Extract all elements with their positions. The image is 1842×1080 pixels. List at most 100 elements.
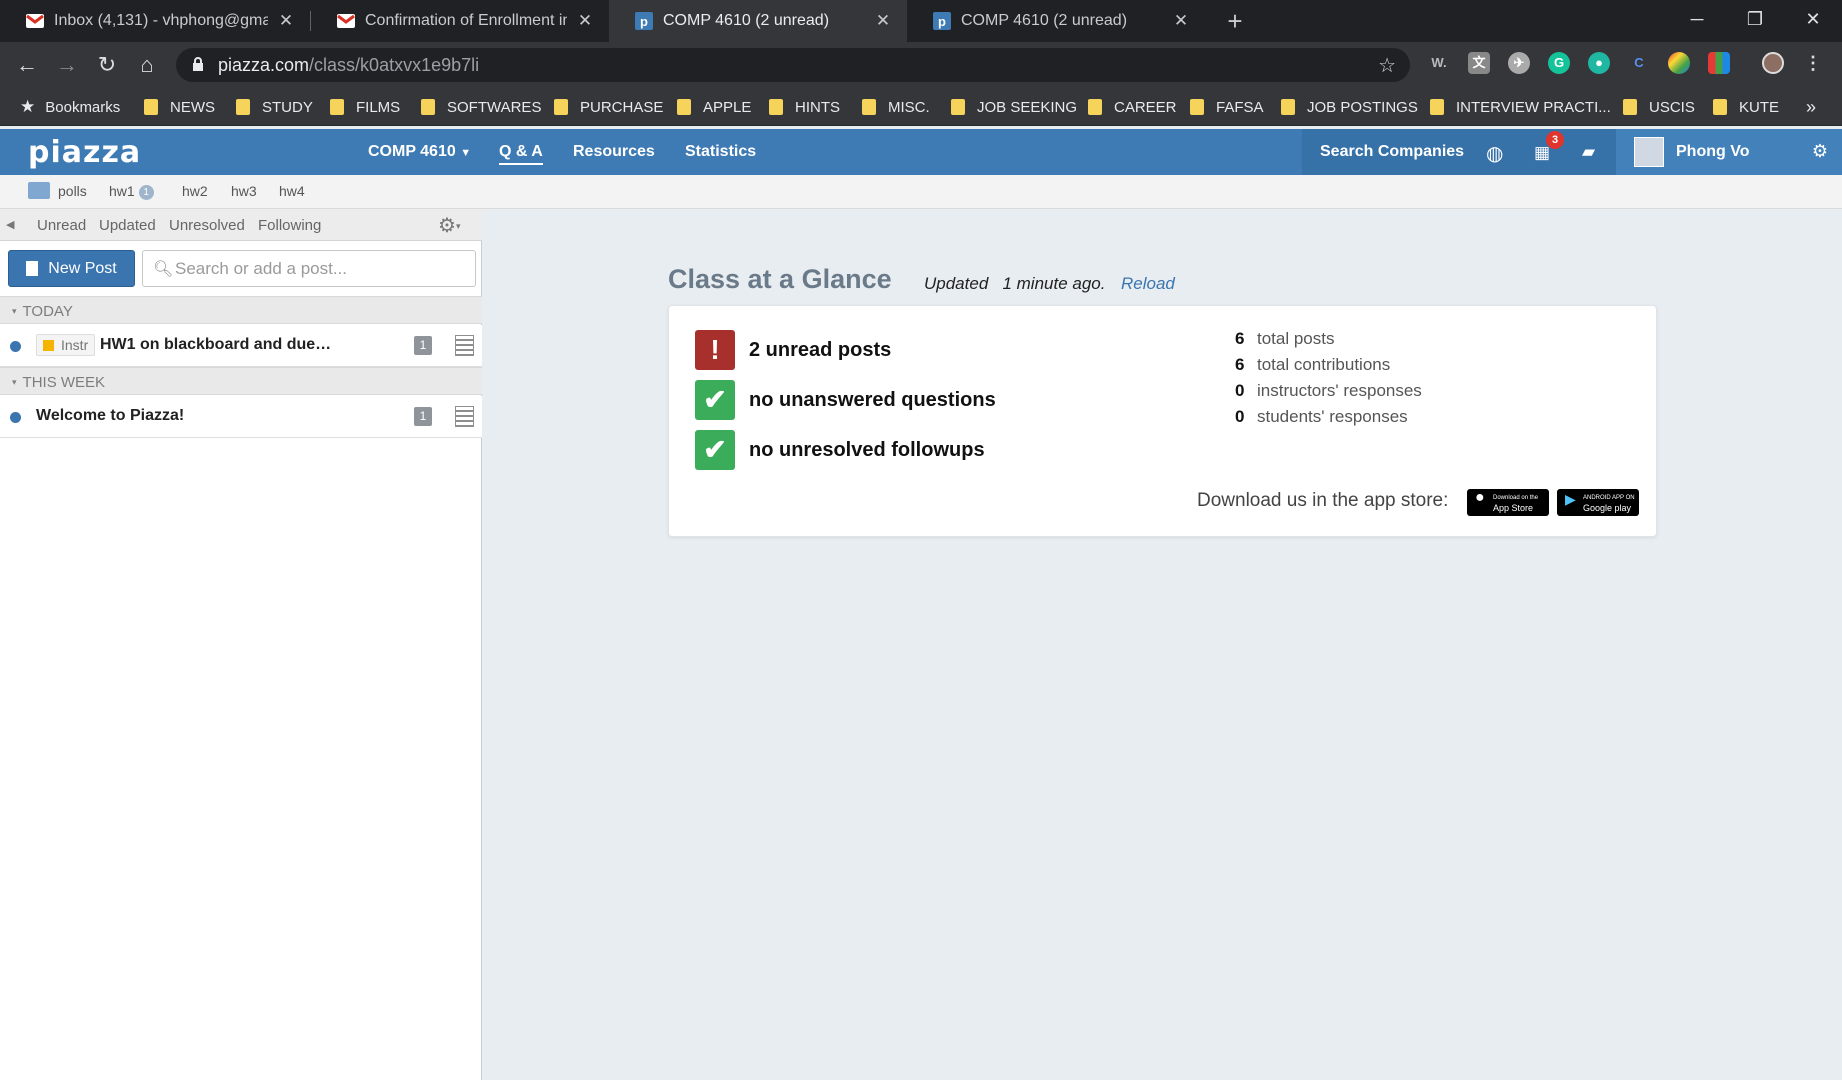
check-icon: ✔ [695, 430, 735, 470]
apple-icon: ● [1475, 489, 1485, 506]
search-companies-link[interactable]: Search Companies [1320, 143, 1464, 161]
google-play-badge[interactable]: ▶ ANDROID APP ON Google play [1557, 489, 1639, 516]
browser-tab-gmail-enrollment[interactable]: Confirmation of Enrollment in COMP ✕ [311, 0, 609, 42]
post-title: Welcome to Piazza! [36, 407, 185, 424]
bookmark-label: APPLE [703, 98, 752, 116]
folder-icon [1190, 99, 1204, 115]
address-bar[interactable]: piazza.com/class/k0atxvx1e9b7li ☆ [176, 48, 1410, 82]
tab-close-icon[interactable]: ✕ [873, 11, 893, 31]
new-tab-icon[interactable]: + [1220, 6, 1250, 36]
folder-hw1[interactable]: hw1 1 [109, 183, 154, 200]
list-item[interactable]: Instr HW1 on blackboard and due… 1 [0, 325, 482, 367]
unread-dot-icon [10, 412, 21, 423]
bookmarks-overflow-icon[interactable]: » [1806, 96, 1816, 118]
bookmark-label: SOFTWARES [447, 98, 542, 116]
calendar-badge: 3 [1546, 131, 1564, 149]
folder-polls[interactable]: polls [58, 183, 87, 199]
instructors-responses: 0 instructors' responses [1235, 381, 1422, 401]
new-post-button[interactable]: New Post [8, 250, 135, 287]
folder-hw4[interactable]: hw4 [279, 183, 305, 199]
total-label: instructors' responses [1257, 381, 1422, 400]
extension-translate-icon[interactable]: 文 [1468, 52, 1490, 74]
app-store-badge[interactable]: ● Download on the App Store [1467, 489, 1549, 516]
gear-icon[interactable]: ⚙ [1812, 141, 1828, 162]
browser-tab-piazza[interactable]: p COMP 4610 (2 unread) ✕ [907, 0, 1205, 42]
tab-close-icon[interactable]: ✕ [575, 11, 595, 31]
close-window-icon[interactable]: ✕ [1784, 0, 1842, 38]
globe-icon[interactable]: ◍ [1486, 141, 1503, 166]
bookmark-folder-uscis[interactable]: USCIS [1623, 96, 1695, 118]
back-icon[interactable]: ← [12, 50, 42, 80]
folder-icon [1430, 99, 1444, 115]
user-menu[interactable]: Phong Vo ⚙ [1616, 129, 1842, 175]
collapse-feed-icon[interactable]: ◀ [6, 218, 14, 231]
bookmark-folder-purchase[interactable]: PURCHASE [554, 96, 663, 118]
forward-icon[interactable]: → [52, 50, 82, 80]
bookmark-folder-kute[interactable]: KUTE [1713, 96, 1779, 118]
extension-w-icon[interactable]: W. [1428, 52, 1450, 74]
folder-hw3[interactable]: hw3 [231, 183, 257, 199]
bookmark-folder-job-postings[interactable]: JOB POSTINGS [1281, 96, 1418, 118]
bookmark-folder-career[interactable]: CAREER [1088, 96, 1177, 118]
browser-tab-bar: Inbox (4,131) - vhphong@gmail.com ✕ Conf… [0, 0, 1842, 42]
nav-resources[interactable]: Resources [573, 143, 655, 161]
post-title: HW1 on blackboard and due… [100, 336, 332, 353]
bookmark-folder-study[interactable]: STUDY [236, 96, 313, 118]
filter-following[interactable]: Following [258, 217, 321, 234]
nav-statistics[interactable]: Statistics [685, 143, 756, 161]
total-value: 0 [1235, 381, 1245, 400]
grammarly-icon[interactable]: G [1548, 52, 1570, 74]
browser-tab-piazza-active[interactable]: p COMP 4610 (2 unread) ✕ [609, 0, 907, 42]
document-icon [26, 261, 39, 276]
extension-grid-icon[interactable] [1708, 52, 1730, 74]
reload-link[interactable]: Reload [1121, 274, 1175, 294]
class-name: COMP 4610 [368, 143, 456, 160]
bookmarks-button[interactable]: ★ Bookmarks [20, 96, 120, 118]
filter-unread[interactable]: Unread [37, 217, 86, 234]
bookmark-folder-softwares[interactable]: SOFTWARES [421, 96, 541, 118]
profile-avatar-icon[interactable] [1762, 52, 1784, 74]
piazza-logo[interactable]: piazza [28, 135, 141, 170]
browser-menu-icon[interactable]: ⋮ [1802, 52, 1824, 74]
class-selector[interactable]: COMP 4610 ▼ [368, 143, 471, 161]
bookmark-folder-fafsa[interactable]: FAFSA [1190, 96, 1264, 118]
extension-bird-icon[interactable]: ✈ [1508, 52, 1530, 74]
bookmark-folder-news[interactable]: NEWS [144, 96, 215, 118]
bookmark-folder-hints[interactable]: HINTS [769, 96, 840, 118]
students-responses: 0 students' responses [1235, 407, 1408, 427]
bookmark-folder-job-seeking[interactable]: JOB SEEKING [951, 96, 1077, 118]
group-label: TODAY [12, 303, 73, 320]
list-item[interactable]: Welcome to Piazza! 1 [0, 396, 482, 438]
restore-icon[interactable]: ❐ [1726, 0, 1784, 38]
bookmark-folder-interview[interactable]: INTERVIEW PRACTI... [1430, 96, 1611, 118]
app-store-label: Download us in the app store: [1197, 490, 1449, 511]
bookmark-folder-misc[interactable]: MISC. [862, 96, 930, 118]
search-input[interactable] [175, 256, 465, 282]
folder-icon [28, 182, 50, 199]
stat-label: 2 unread posts [749, 339, 892, 361]
nav-qa[interactable]: Q & A [499, 143, 543, 165]
feed-settings-gear-icon[interactable]: ⚙▾ [438, 213, 460, 238]
reload-icon[interactable]: ↻ [92, 50, 122, 80]
folder-hw2[interactable]: hw2 [182, 183, 208, 199]
new-post-label: New Post [48, 259, 117, 277]
chat-icon[interactable]: ▰ [1582, 142, 1595, 162]
browser-tab-gmail-inbox[interactable]: Inbox (4,131) - vhphong@gmail.com ✕ [0, 0, 310, 42]
color-picker-icon[interactable] [1668, 52, 1690, 74]
feed-group-this-week[interactable]: THIS WEEK [0, 367, 482, 395]
bookmark-star-icon[interactable]: ☆ [1378, 53, 1396, 78]
url-domain: piazza.com [218, 55, 310, 75]
filter-updated[interactable]: Updated [99, 217, 156, 234]
gmail-icon [26, 12, 44, 30]
tab-close-icon[interactable]: ✕ [276, 11, 296, 31]
bookmark-folder-films[interactable]: FILMS [330, 96, 400, 118]
tab-close-icon[interactable]: ✕ [1171, 11, 1191, 31]
badge-main-text: Google play [1583, 503, 1632, 513]
minimize-icon[interactable]: ─ [1668, 0, 1726, 38]
extension-c-icon[interactable]: C [1628, 52, 1650, 74]
bookmark-folder-apple[interactable]: APPLE [677, 96, 751, 118]
feed-group-today[interactable]: TODAY [0, 296, 482, 324]
extension-teal-icon[interactable]: ● [1588, 52, 1610, 74]
home-icon[interactable]: ⌂ [132, 50, 162, 80]
filter-unresolved[interactable]: Unresolved [169, 217, 245, 234]
